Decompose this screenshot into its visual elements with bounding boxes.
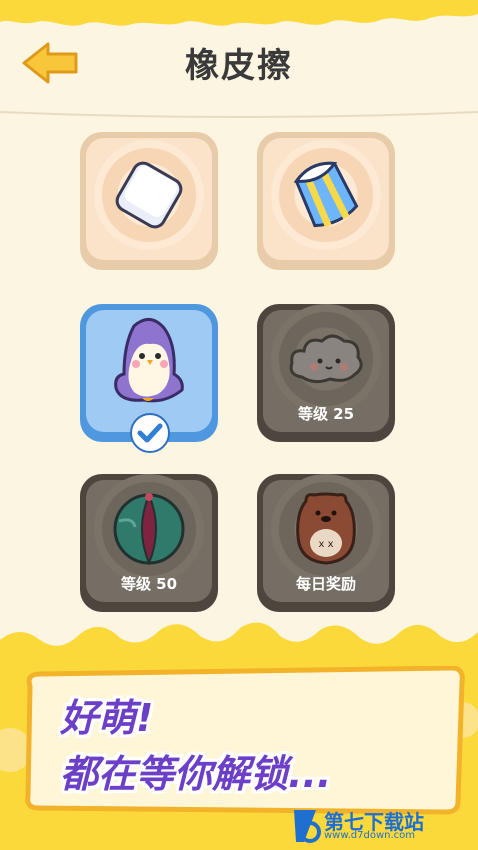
- penguin-eraser-icon: [114, 317, 184, 403]
- unlock-condition-label: 等级 50: [120, 575, 178, 593]
- bear-eraser-icon: x x: [296, 492, 356, 565]
- header: 橡皮擦: [0, 0, 478, 120]
- unlock-condition-label: 等级 25: [297, 405, 355, 423]
- selected-checkmark-icon: [130, 413, 170, 453]
- item-card-blue-eraser[interactable]: [257, 132, 395, 270]
- blue-striped-eraser-icon: [293, 162, 359, 228]
- item-card-white-eraser[interactable]: [80, 132, 218, 270]
- beach-ball-eraser-icon: [113, 492, 185, 566]
- svg-text:x x: x x: [318, 539, 333, 550]
- promo-line-2: 都在等你解锁...: [60, 752, 332, 796]
- site-logo-icon: [294, 810, 321, 843]
- item-card-beach-ball-eraser[interactable]: 等级 50: [80, 474, 218, 612]
- page-title: 橡皮擦: [185, 46, 293, 86]
- promo-banner-text: 好萌! 都在等你解锁...: [60, 690, 331, 802]
- promo-line-1: 好萌!: [60, 696, 154, 740]
- unlock-condition-label: 每日奖励: [295, 575, 356, 593]
- item-card-bear-eraser[interactable]: x x 每日奖励: [257, 474, 395, 612]
- item-card-cloud-eraser[interactable]: 等级 25: [257, 304, 395, 442]
- watermark-url: www.d7down.com: [324, 830, 416, 841]
- header-divider: [0, 111, 478, 118]
- cloud-eraser-icon: [289, 334, 363, 384]
- white-eraser-icon: [115, 162, 183, 229]
